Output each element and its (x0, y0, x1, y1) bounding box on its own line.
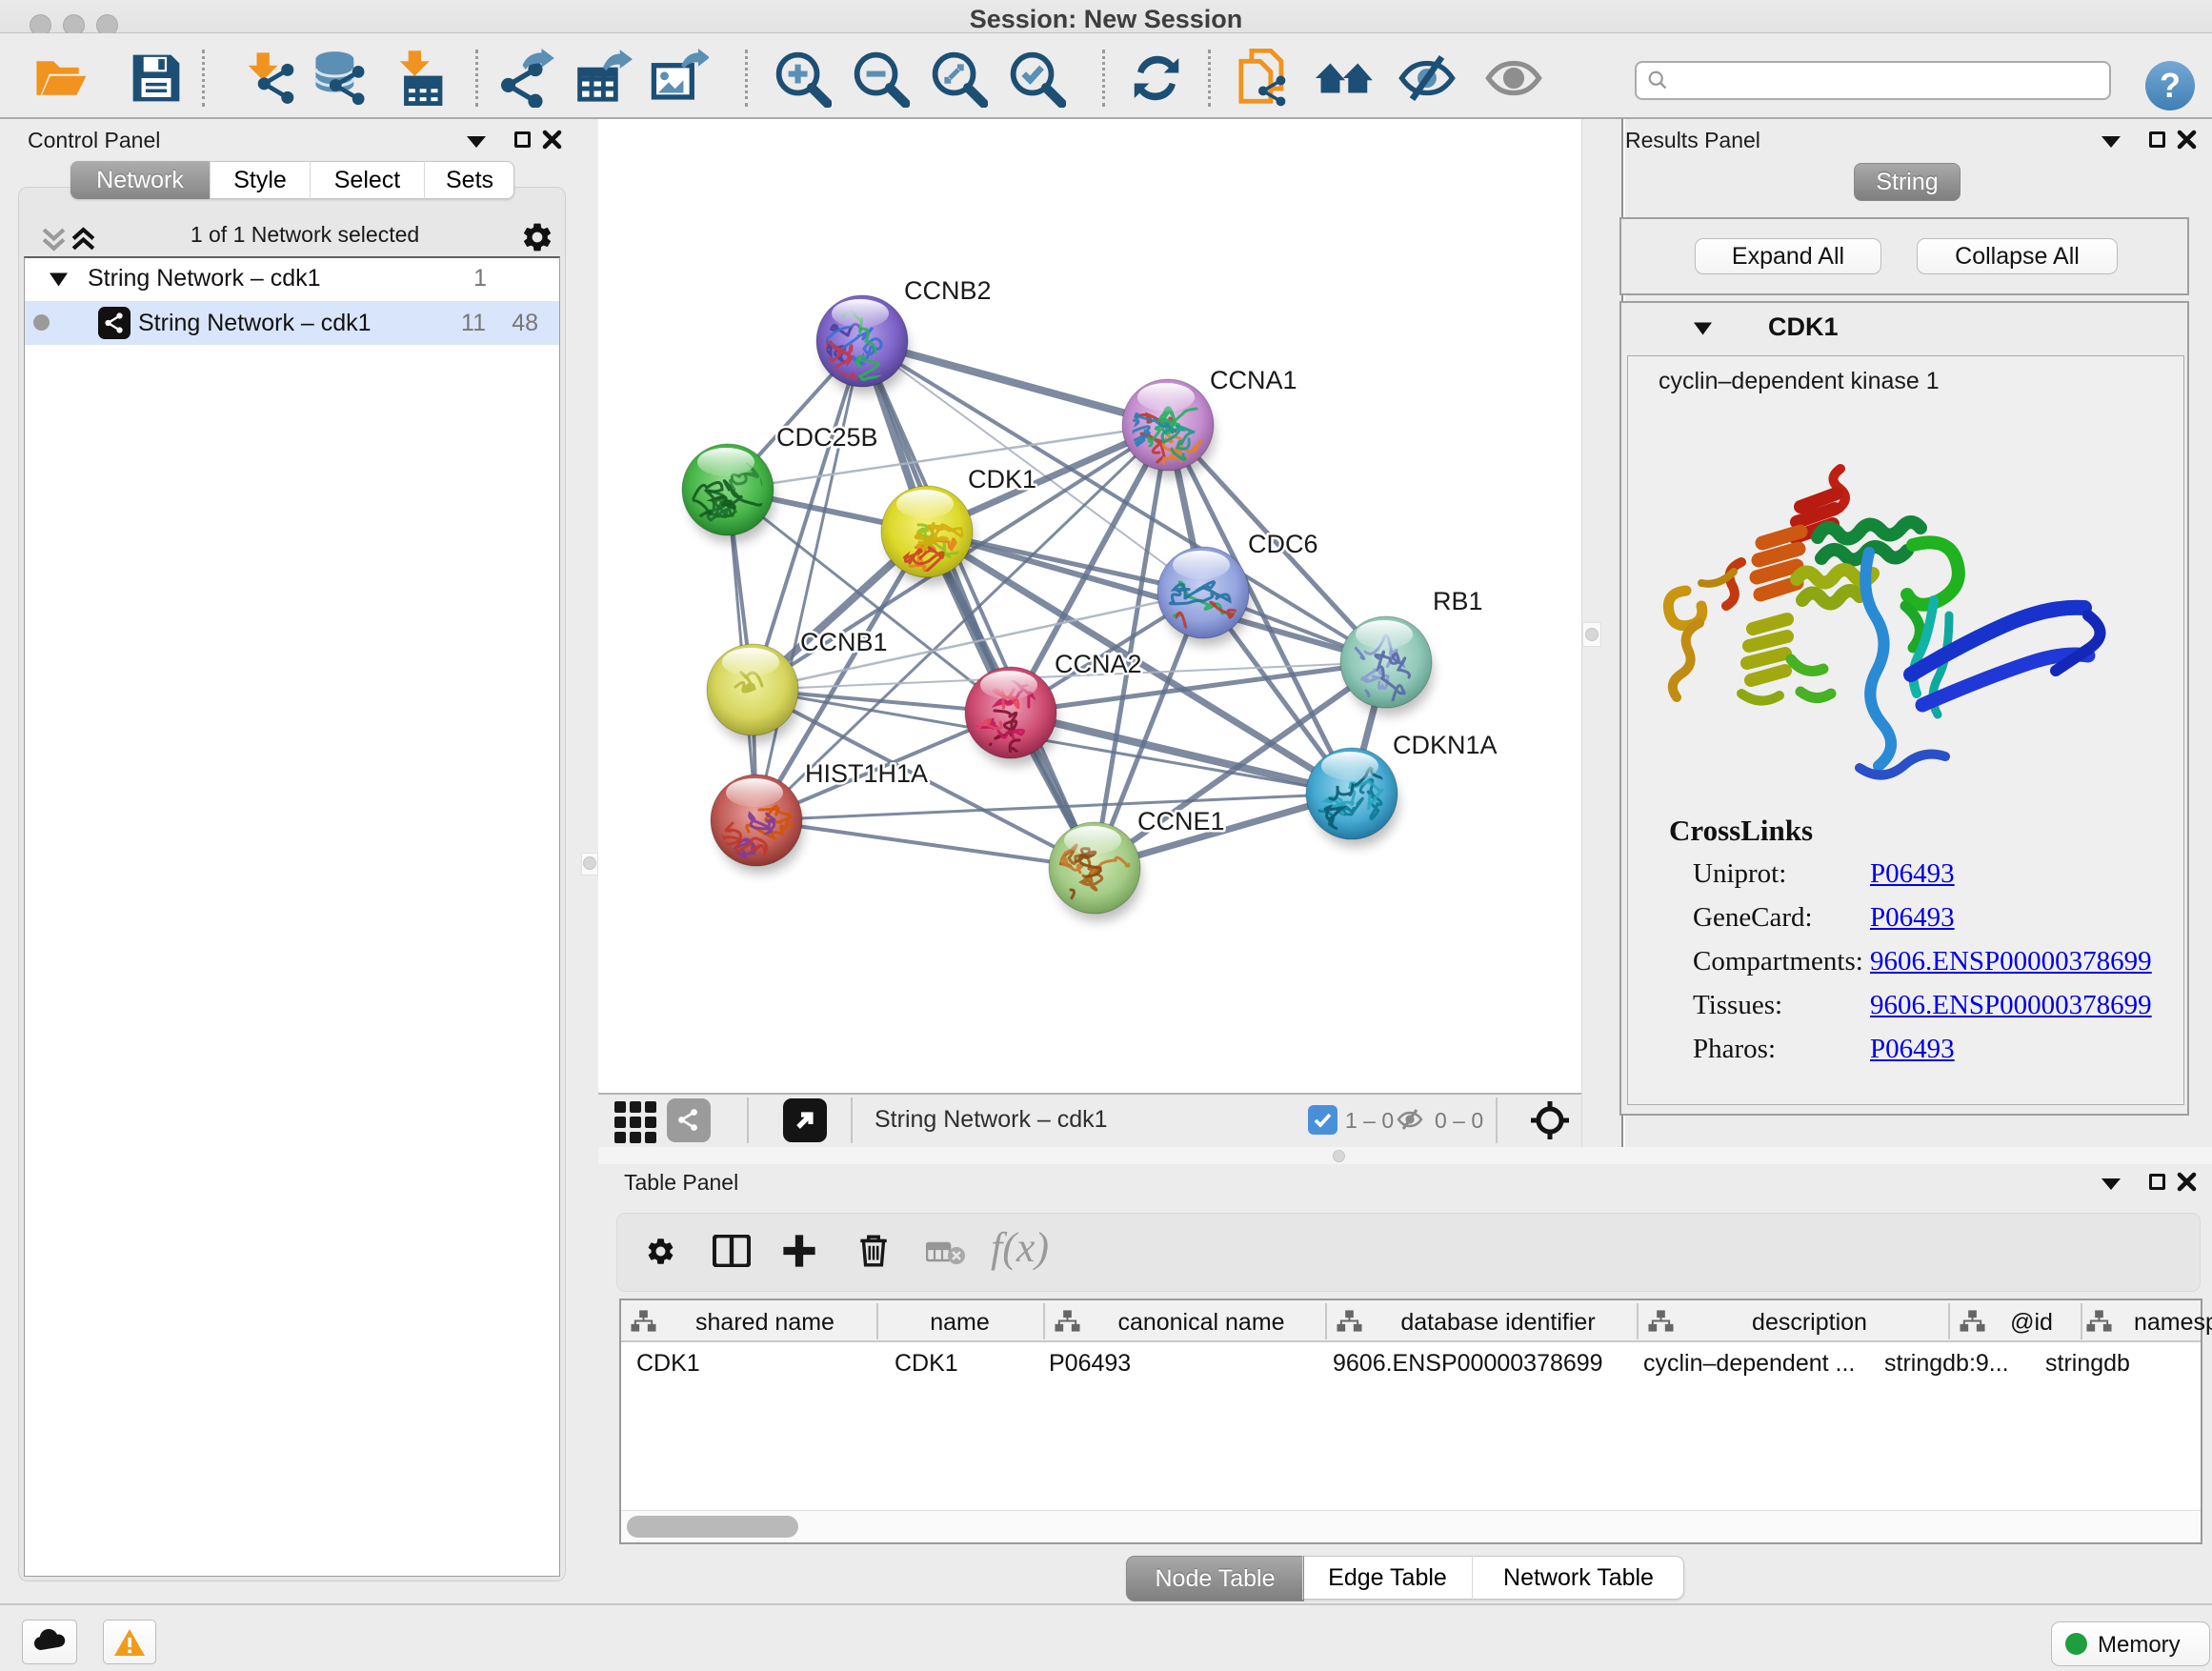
svg-text:RB1: RB1 (1433, 587, 1483, 615)
svg-text:CCNB1: CCNB1 (800, 628, 888, 656)
svg-text:CCNB2: CCNB2 (904, 276, 992, 305)
svg-text:CDK1: CDK1 (968, 465, 1036, 493)
svg-text:CDKN1A: CDKN1A (1393, 731, 1498, 759)
svg-text:CCNA1: CCNA1 (1210, 366, 1297, 394)
svg-text:HIST1H1A: HIST1H1A (805, 759, 928, 788)
svg-text:CCNA2: CCNA2 (1055, 650, 1142, 678)
svg-text:CDC25B: CDC25B (776, 423, 878, 452)
svg-text:CDC6: CDC6 (1248, 530, 1318, 558)
svg-text:CCNE1: CCNE1 (1137, 807, 1225, 836)
